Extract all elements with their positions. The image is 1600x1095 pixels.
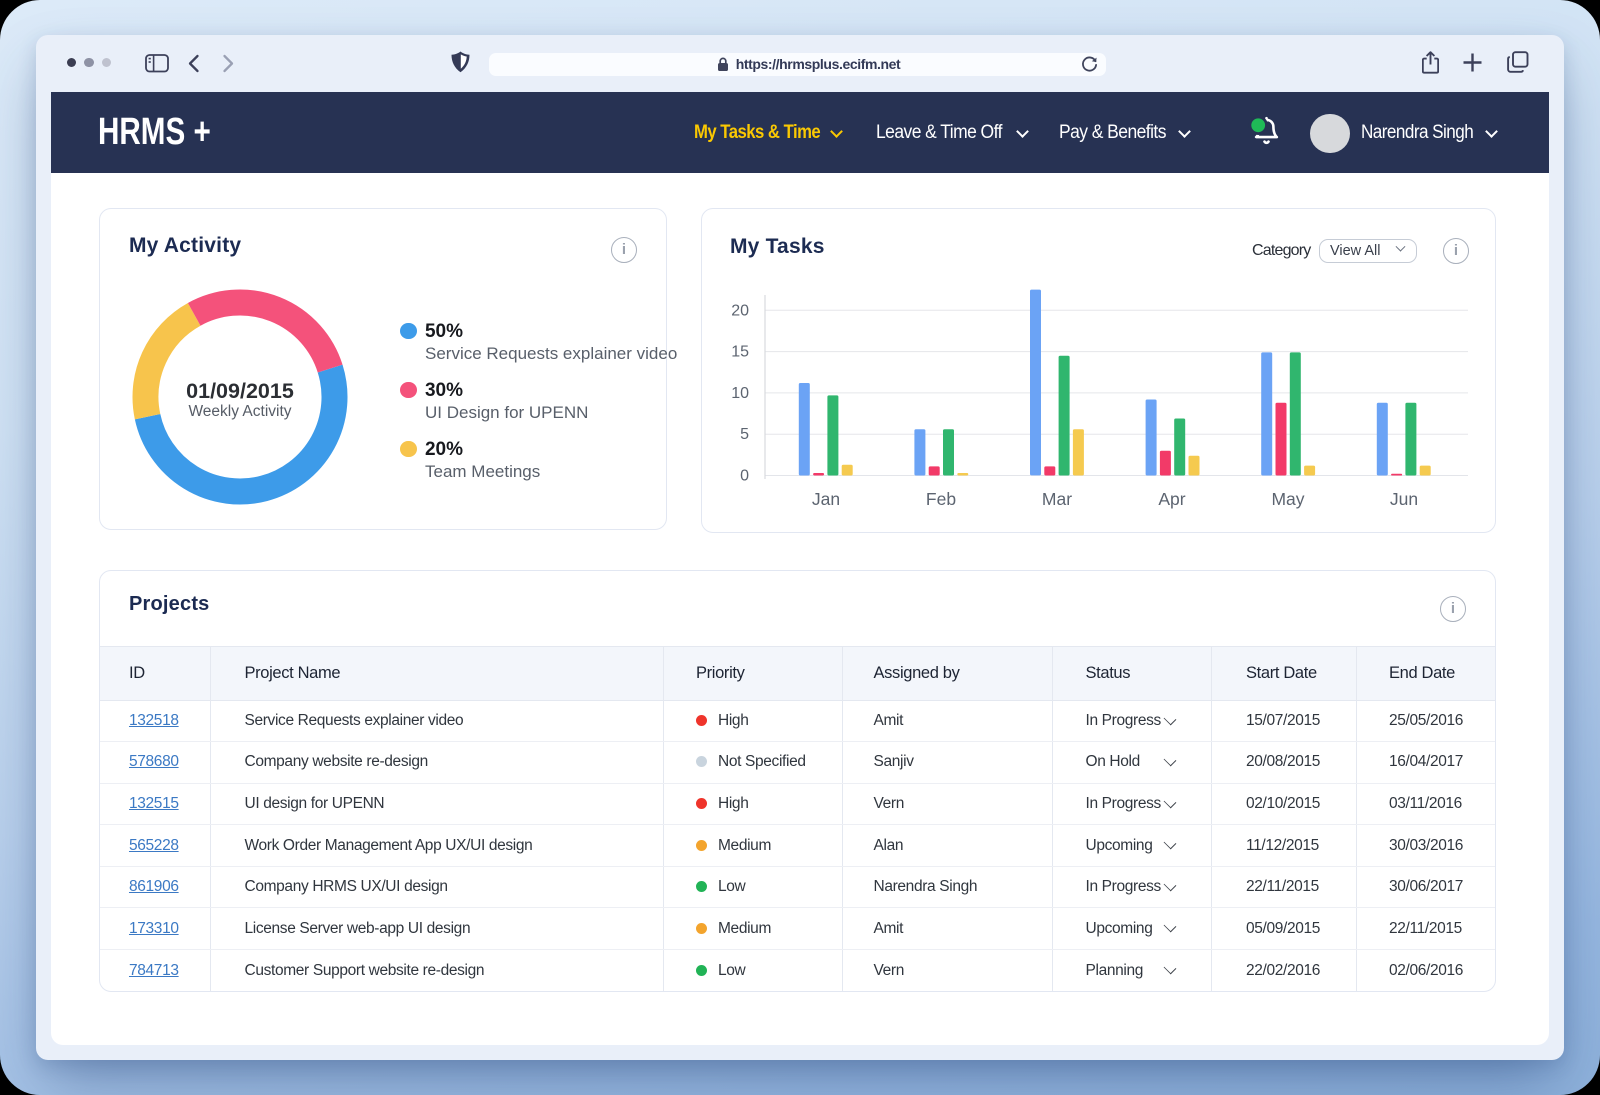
svg-text:10: 10 [731, 384, 749, 401]
svg-text:Mar: Mar [1042, 489, 1072, 509]
svg-text:15: 15 [731, 343, 749, 360]
svg-text:May: May [1271, 489, 1304, 509]
svg-text:Feb: Feb [926, 489, 956, 509]
svg-text:5: 5 [740, 426, 749, 443]
svg-text:Apr: Apr [1158, 489, 1185, 509]
svg-text:Jan: Jan [812, 489, 840, 509]
svg-text:20: 20 [731, 302, 749, 319]
svg-text:Jun: Jun [1390, 489, 1418, 509]
svg-text:0: 0 [740, 467, 749, 484]
